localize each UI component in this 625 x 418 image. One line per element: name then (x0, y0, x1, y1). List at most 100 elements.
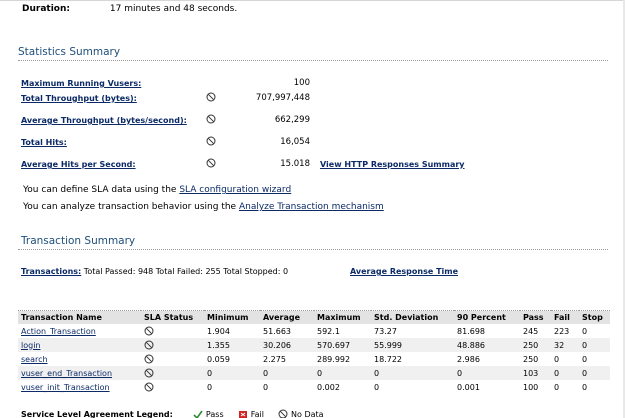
statistics-divider (18, 60, 608, 61)
stat-value-total-throughput: 707,997,448 (255, 93, 310, 103)
table-header-row: Transaction Name SLA Status Minimum Aver… (18, 310, 610, 324)
http-responses-summary-link[interactable]: View HTTP Responses Summary (320, 160, 465, 169)
stat-value-total-hits: 16,054 (280, 137, 310, 147)
duration-label: Duration: (22, 4, 70, 14)
table-row: vuser_end_Transaction 0 0 0 0 0 103 0 0 (18, 366, 610, 380)
cell-fail: 223 (554, 326, 570, 336)
cell-average: 2.275 (263, 354, 286, 364)
cell-sla-status (141, 352, 204, 366)
legend-pass-label: Pass (205, 409, 224, 418)
top-divider (0, 0, 625, 1)
cell-average: 51.663 (263, 326, 291, 336)
legend-label: Service Level Agreement Legend: (21, 409, 173, 418)
cell-stop: 0 (579, 366, 610, 380)
no-data-icon (206, 114, 216, 124)
statistics-summary-title: Statistics Summary (18, 46, 121, 58)
cell-maximum: 592.1 (317, 326, 340, 336)
transaction-divider (18, 249, 608, 250)
cell-sla-status (141, 324, 204, 338)
no-data-icon (144, 354, 154, 364)
transaction-table: Transaction Name SLA Status Minimum Aver… (18, 310, 610, 394)
stat-label-total-hits[interactable]: Total Hits: (21, 138, 67, 147)
cell-name[interactable]: search (18, 352, 141, 366)
no-data-icon (206, 158, 216, 168)
cell-minimum: 1.904 (207, 326, 230, 336)
analysis-report: Duration: 17 minutes and 48 seconds. Sta… (0, 0, 625, 418)
cell-pass: 100 (523, 382, 539, 392)
cell-average: 30.206 (260, 338, 314, 352)
check-icon (193, 410, 204, 418)
cell-name[interactable]: vuser_end_Transaction (18, 366, 141, 380)
analyze-transaction-link[interactable]: Analyze Transaction mechanism (239, 202, 384, 212)
cell-90-percent: 0 (454, 366, 520, 380)
sla-analyze-text: You can analyze transaction behavior usi… (23, 202, 239, 212)
no-data-icon (206, 92, 216, 102)
cell-minimum: 0.059 (207, 354, 230, 364)
table-row: Action_Transaction 1.904 51.663 592.1 73.27 8… (18, 324, 610, 338)
stat-label-avg-hits[interactable]: Average Hits per Second: (21, 160, 136, 169)
cell-average: 0 (263, 382, 269, 392)
cell-90-percent: 81.698 (457, 326, 485, 336)
cell-std-dev: 0 (374, 382, 380, 392)
cell-90-percent: 2.986 (457, 354, 480, 364)
table-row: search 0.059 2.275 289.992 18.722 2.986 250 0 0 (18, 352, 610, 366)
cell-minimum: 1.355 (204, 338, 260, 352)
duration-value: 17 minutes and 48 seconds. (109, 4, 238, 14)
cell-sla-status (141, 366, 204, 380)
col-header-maximum: Maximum (314, 310, 371, 324)
cell-name[interactable]: login (18, 338, 141, 352)
legend-pass: Pass (193, 410, 226, 418)
cell-fail: 0 (551, 366, 579, 380)
cell-maximum: 570.697 (314, 338, 371, 352)
table-row: vuser_init_Transaction 0 0 0.002 0 0.001 100 0 0 (18, 380, 610, 394)
transaction-summary-title: Transaction Summary (21, 235, 136, 247)
cell-std-dev: 55.999 (371, 338, 454, 352)
stat-value-max-vusers: 100 (293, 78, 310, 88)
transactions-summary-line: Transactions: Total Passed: 948 Total Fa… (21, 267, 288, 276)
cell-stop: 0 (582, 326, 588, 336)
cell-fail: 0 (554, 382, 560, 392)
cell-sla-status (141, 380, 204, 394)
sla-wizard-link[interactable]: SLA configuration wizard (179, 185, 291, 195)
stat-label-total-throughput[interactable]: Total Throughput (bytes): (21, 94, 137, 103)
cell-name[interactable]: vuser_init_Transaction (18, 380, 141, 394)
col-header-name: Transaction Name (18, 310, 141, 324)
sla-define-line: You can define SLA data using the SLA co… (23, 185, 291, 195)
cell-std-dev: 73.27 (374, 326, 397, 336)
transactions-label[interactable]: Transactions: (21, 267, 81, 276)
cell-average: 0 (260, 366, 314, 380)
fail-box-icon (239, 410, 248, 418)
sla-analyze-line: You can analyze transaction behavior usi… (23, 202, 384, 212)
cell-pass: 250 (520, 338, 551, 352)
sla-define-text: You can define SLA data using the (23, 185, 180, 195)
cell-pass: 103 (520, 366, 551, 380)
col-header-90-percent: 90 Percent (454, 310, 520, 324)
no-data-icon (278, 409, 288, 418)
cell-pass: 245 (523, 326, 539, 336)
average-response-time-link[interactable]: Average Response Time (350, 267, 458, 276)
col-header-pass: Pass (520, 310, 551, 324)
col-header-minimum: Minimum (204, 310, 260, 324)
col-header-std-dev: Std. Deviation (371, 310, 454, 324)
cell-maximum: 0.002 (317, 382, 340, 392)
legend-no-data-label: No Data (291, 409, 324, 418)
stat-label-max-vusers[interactable]: Maximum Running Vusers: (21, 79, 141, 88)
cell-stop: 0 (582, 354, 588, 364)
stat-value-avg-hits: 15.018 (280, 159, 310, 169)
legend-no-data: No Data (278, 409, 324, 418)
legend-fail: Fail (238, 410, 266, 418)
no-data-icon (144, 326, 154, 336)
cell-maximum: 0 (314, 366, 371, 380)
cell-name[interactable]: Action_Transaction (18, 324, 141, 338)
col-header-sla: SLA Status (141, 310, 204, 324)
cell-std-dev: 18.722 (374, 354, 402, 364)
col-header-average: Average (260, 310, 314, 324)
no-data-icon (144, 340, 154, 350)
stat-label-avg-throughput[interactable]: Average Throughput (bytes/second): (21, 116, 187, 125)
no-data-icon (144, 368, 154, 378)
cell-sla-status (141, 338, 204, 352)
cell-pass: 250 (523, 354, 539, 364)
no-data-icon (144, 382, 154, 392)
cell-fail: 0 (554, 354, 560, 364)
cell-stop: 0 (582, 382, 588, 392)
